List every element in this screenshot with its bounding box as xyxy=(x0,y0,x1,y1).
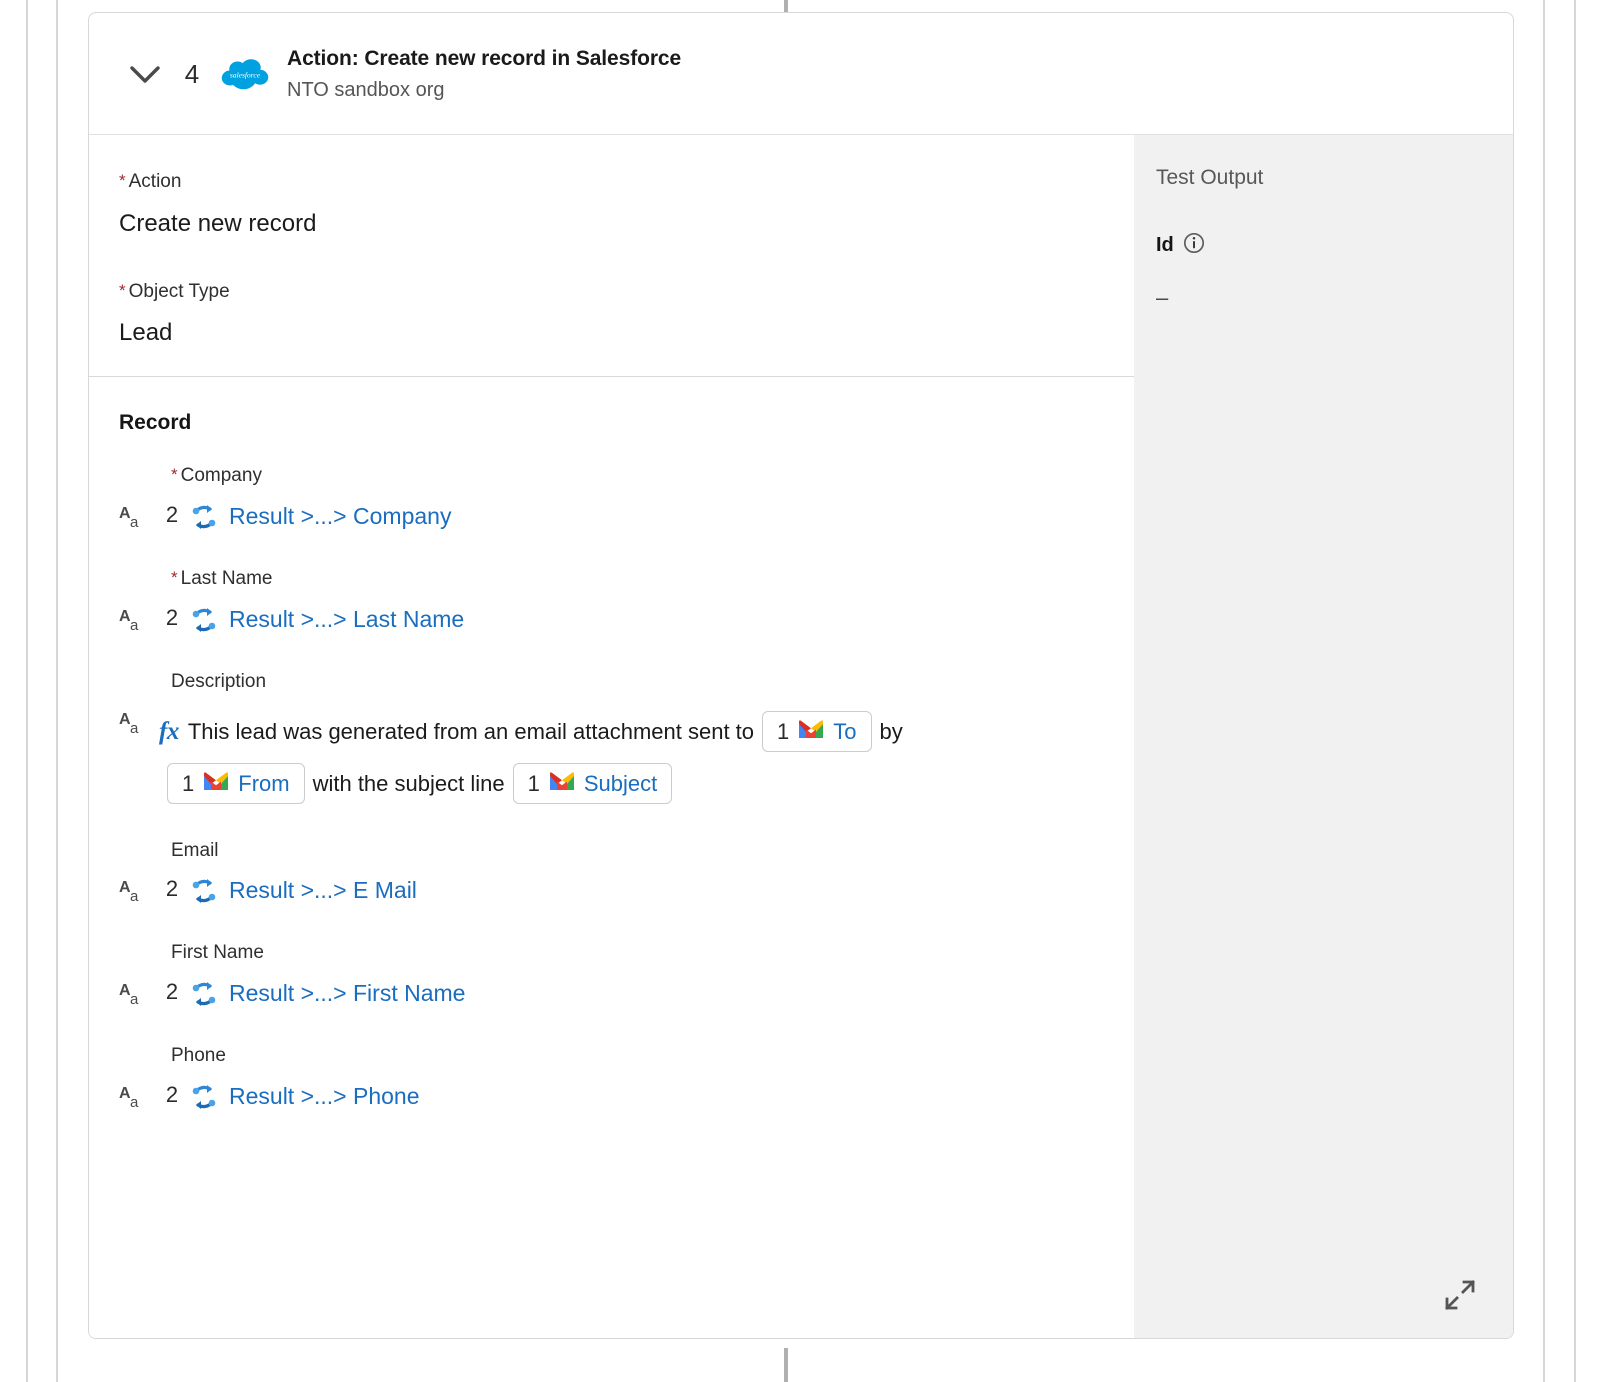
flow-loop-icon xyxy=(185,874,223,906)
record-field-value-row[interactable]: Aa 2 Result >...> Company xyxy=(119,500,1134,538)
gmail-reference-chip-from[interactable]: 1 From xyxy=(167,763,305,805)
action-field: * Action Create new record xyxy=(119,171,1134,239)
gmail-icon xyxy=(548,771,576,796)
record-field-label: Email xyxy=(171,839,219,861)
reference-step-number: 2 xyxy=(165,604,179,630)
test-output-title: Test Output xyxy=(1156,166,1264,189)
info-circle-icon[interactable] xyxy=(1183,232,1205,259)
flow-loop-icon xyxy=(185,603,223,635)
record-field-value-row[interactable]: Aa 2 Result >...> Phone xyxy=(119,1080,1134,1118)
expand-diagonal-icon[interactable] xyxy=(1445,1280,1475,1310)
test-output-key: Id xyxy=(1156,234,1174,257)
action-field-value[interactable]: Create new record xyxy=(119,210,1134,239)
required-asterisk: * xyxy=(171,567,178,587)
chip-step-number: 1 xyxy=(527,770,540,796)
svg-text:a: a xyxy=(130,1094,139,1110)
canvas-guide-line-left-inner xyxy=(56,0,58,1382)
text-type-icon: Aa xyxy=(119,977,159,1007)
record-field-value-row[interactable]: Aa 2 Result >...> First Name xyxy=(119,977,1134,1015)
record-field-label: * Company xyxy=(171,465,262,487)
required-asterisk: * xyxy=(119,280,126,300)
record-field-company: * Company Aa 2 Result >...> Company xyxy=(119,465,1134,538)
chip-step-number: 1 xyxy=(182,770,195,796)
step-connector-bottom xyxy=(784,1348,788,1382)
object-type-field: * Object Type Lead xyxy=(119,281,1134,349)
formula-expression[interactable]: fx This lead was generated from an email… xyxy=(159,706,903,810)
svg-text:a: a xyxy=(130,514,139,530)
text-type-icon: Aa xyxy=(119,1080,159,1110)
svg-text:a: a xyxy=(130,720,139,736)
record-field-label: First Name xyxy=(171,942,264,964)
record-field-email: Email Aa 2 Result >...> E Mail xyxy=(119,840,1134,913)
record-field-label: * Last Name xyxy=(171,567,273,589)
flow-loop-icon xyxy=(185,1080,223,1112)
reference-step-number: 2 xyxy=(165,979,179,1005)
formula-text-segment: by xyxy=(879,718,903,744)
record-field-label: Description xyxy=(171,670,267,692)
object-type-field-label: * Object Type xyxy=(119,280,230,302)
flow-loop-icon xyxy=(185,500,223,532)
reference-link[interactable]: Result >...> Last Name xyxy=(223,603,464,635)
step-card-body: * Action Create new record * Object Type L… xyxy=(89,135,1513,1338)
object-type-field-value[interactable]: Lead xyxy=(119,319,1134,348)
record-field-phone: Phone Aa 2 Result >...> Phone xyxy=(119,1045,1134,1118)
text-type-icon: Aa xyxy=(119,603,159,633)
formula-text-segment: with the subject line xyxy=(312,770,505,796)
action-step-card: 4 salesforce Action: Create new record i… xyxy=(88,12,1514,1339)
text-type-icon: Aa xyxy=(119,874,159,904)
chip-label: From xyxy=(238,770,290,796)
record-field-value-row[interactable]: Aa 2 Result >...> Last Name xyxy=(119,603,1134,641)
reference-step-number: 2 xyxy=(165,876,179,902)
test-output-field: Id xyxy=(1156,232,1513,259)
step-subtitle: NTO sandbox org xyxy=(287,78,445,101)
chevron-down-icon[interactable] xyxy=(125,55,165,95)
gmail-icon xyxy=(797,719,825,744)
reference-step-number: 2 xyxy=(165,1081,179,1107)
salesforce-cloud-icon: salesforce xyxy=(221,51,269,99)
record-field-first-name: First Name Aa 2 Result >...> First Name xyxy=(119,942,1134,1015)
gmail-icon xyxy=(202,771,230,796)
formula-text-segment: This lead was generated from an email at… xyxy=(187,718,755,744)
gmail-reference-chip-to[interactable]: 1 To xyxy=(762,711,872,753)
text-type-icon: Aa xyxy=(119,706,159,736)
workflow-step-canvas: 4 salesforce Action: Create new record i… xyxy=(0,0,1600,1382)
svg-text:a: a xyxy=(130,617,139,633)
step-card-header[interactable]: 4 salesforce Action: Create new record i… xyxy=(89,13,1513,135)
flow-loop-icon xyxy=(185,977,223,1009)
test-output-panel: Test Output Id – xyxy=(1134,135,1513,1338)
record-field-last-name: * Last Name Aa 2 Result >...> Last Name xyxy=(119,568,1134,641)
chip-label: Subject xyxy=(583,770,658,796)
step-form-pane: * Action Create new record * Object Type L… xyxy=(89,135,1134,1338)
record-section: Record * Company Aa 2 Result >...> Compa… xyxy=(89,377,1134,1338)
svg-text:a: a xyxy=(130,888,139,904)
record-field-value-row[interactable]: Aa fx This lead was generated from an em… xyxy=(119,706,1134,810)
required-asterisk: * xyxy=(171,465,178,485)
action-field-label: * Action xyxy=(119,171,182,192)
record-field-value-row[interactable]: Aa 2 Result >...> E Mail xyxy=(119,874,1134,912)
reference-step-number: 2 xyxy=(165,501,179,527)
svg-text:salesforce: salesforce xyxy=(230,70,261,79)
canvas-guide-line-left-outer xyxy=(26,0,28,1382)
reference-link[interactable]: Result >...> Phone xyxy=(223,1080,420,1112)
required-asterisk: * xyxy=(119,171,126,190)
chip-label: To xyxy=(833,718,857,744)
record-field-label: Phone xyxy=(171,1045,226,1067)
step-title: Action: Create new record in Salesforce xyxy=(287,47,682,71)
chip-step-number: 1 xyxy=(777,718,790,744)
reference-link[interactable]: Result >...> E Mail xyxy=(223,874,417,906)
canvas-guide-line-right-outer xyxy=(1574,0,1576,1382)
action-config-section: * Action Create new record * Object Type L… xyxy=(89,135,1134,378)
record-section-title: Record xyxy=(119,411,192,435)
formula-fx-icon: fx xyxy=(159,717,179,745)
canvas-guide-line-right-inner xyxy=(1543,0,1545,1382)
gmail-reference-chip-subject[interactable]: 1 Subject xyxy=(512,763,673,805)
svg-text:a: a xyxy=(130,991,139,1007)
step-number: 4 xyxy=(184,59,200,89)
reference-link[interactable]: Result >...> Company xyxy=(223,500,451,532)
test-output-value: – xyxy=(1156,285,1169,311)
record-field-description: Description Aa fx This lead was generate… xyxy=(119,671,1134,810)
text-type-icon: Aa xyxy=(119,500,159,530)
reference-link[interactable]: Result >...> First Name xyxy=(223,977,465,1009)
